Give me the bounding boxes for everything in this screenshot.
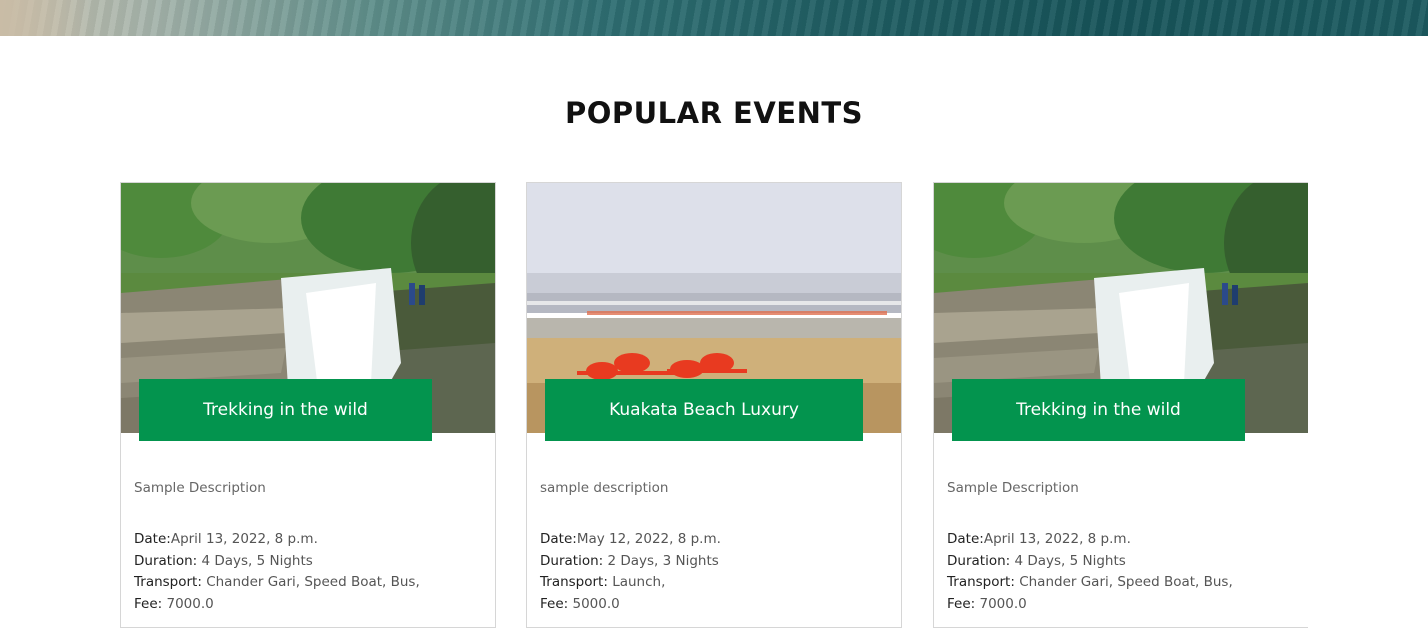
event-duration: Duration: 2 Days, 3 Nights [540,552,719,569]
hero-banner-image [0,0,1428,36]
event-transport: Transport: Chander Gari, Speed Boat, Bus… [947,574,1233,590]
event-title[interactable]: Kuakata Beach Luxury [545,379,863,441]
event-details: Date:May 12, 2022, 8 p.m. Duration: 2 Da… [540,529,721,615]
event-transport: Transport: Launch, [540,574,666,590]
event-description: Sample Description [947,480,1079,496]
event-transport: Transport: Chander Gari, Speed Boat, Bus… [134,574,420,590]
event-card[interactable]: Kuakata Beach Luxury sample description … [526,182,902,628]
event-duration: Duration: 4 Days, 5 Nights [947,552,1126,569]
event-details: Date:April 13, 2022, 8 p.m. Duration: 4 … [947,529,1233,615]
event-title[interactable]: Trekking in the wild [139,379,432,441]
event-title[interactable]: Trekking in the wild [952,379,1245,441]
event-details: Date:April 13, 2022, 8 p.m. Duration: 4 … [134,529,420,615]
event-date: Date:April 13, 2022, 8 p.m. [947,531,1131,547]
event-card[interactable]: Trekking in the wild Sample Description … [120,182,496,628]
event-description: Sample Description [134,480,266,496]
section-title: POPULAR EVENTS [564,96,864,130]
event-description: sample description [540,480,669,496]
event-fee: Fee: 5000.0 [540,595,620,612]
event-fee: Fee: 7000.0 [947,595,1027,612]
event-date: Date:May 12, 2022, 8 p.m. [540,531,721,547]
event-card[interactable]: Trekking in the wild Sample Description … [933,182,1308,628]
event-fee: Fee: 7000.0 [134,595,214,612]
event-duration: Duration: 4 Days, 5 Nights [134,552,313,569]
event-date: Date:April 13, 2022, 8 p.m. [134,531,318,547]
